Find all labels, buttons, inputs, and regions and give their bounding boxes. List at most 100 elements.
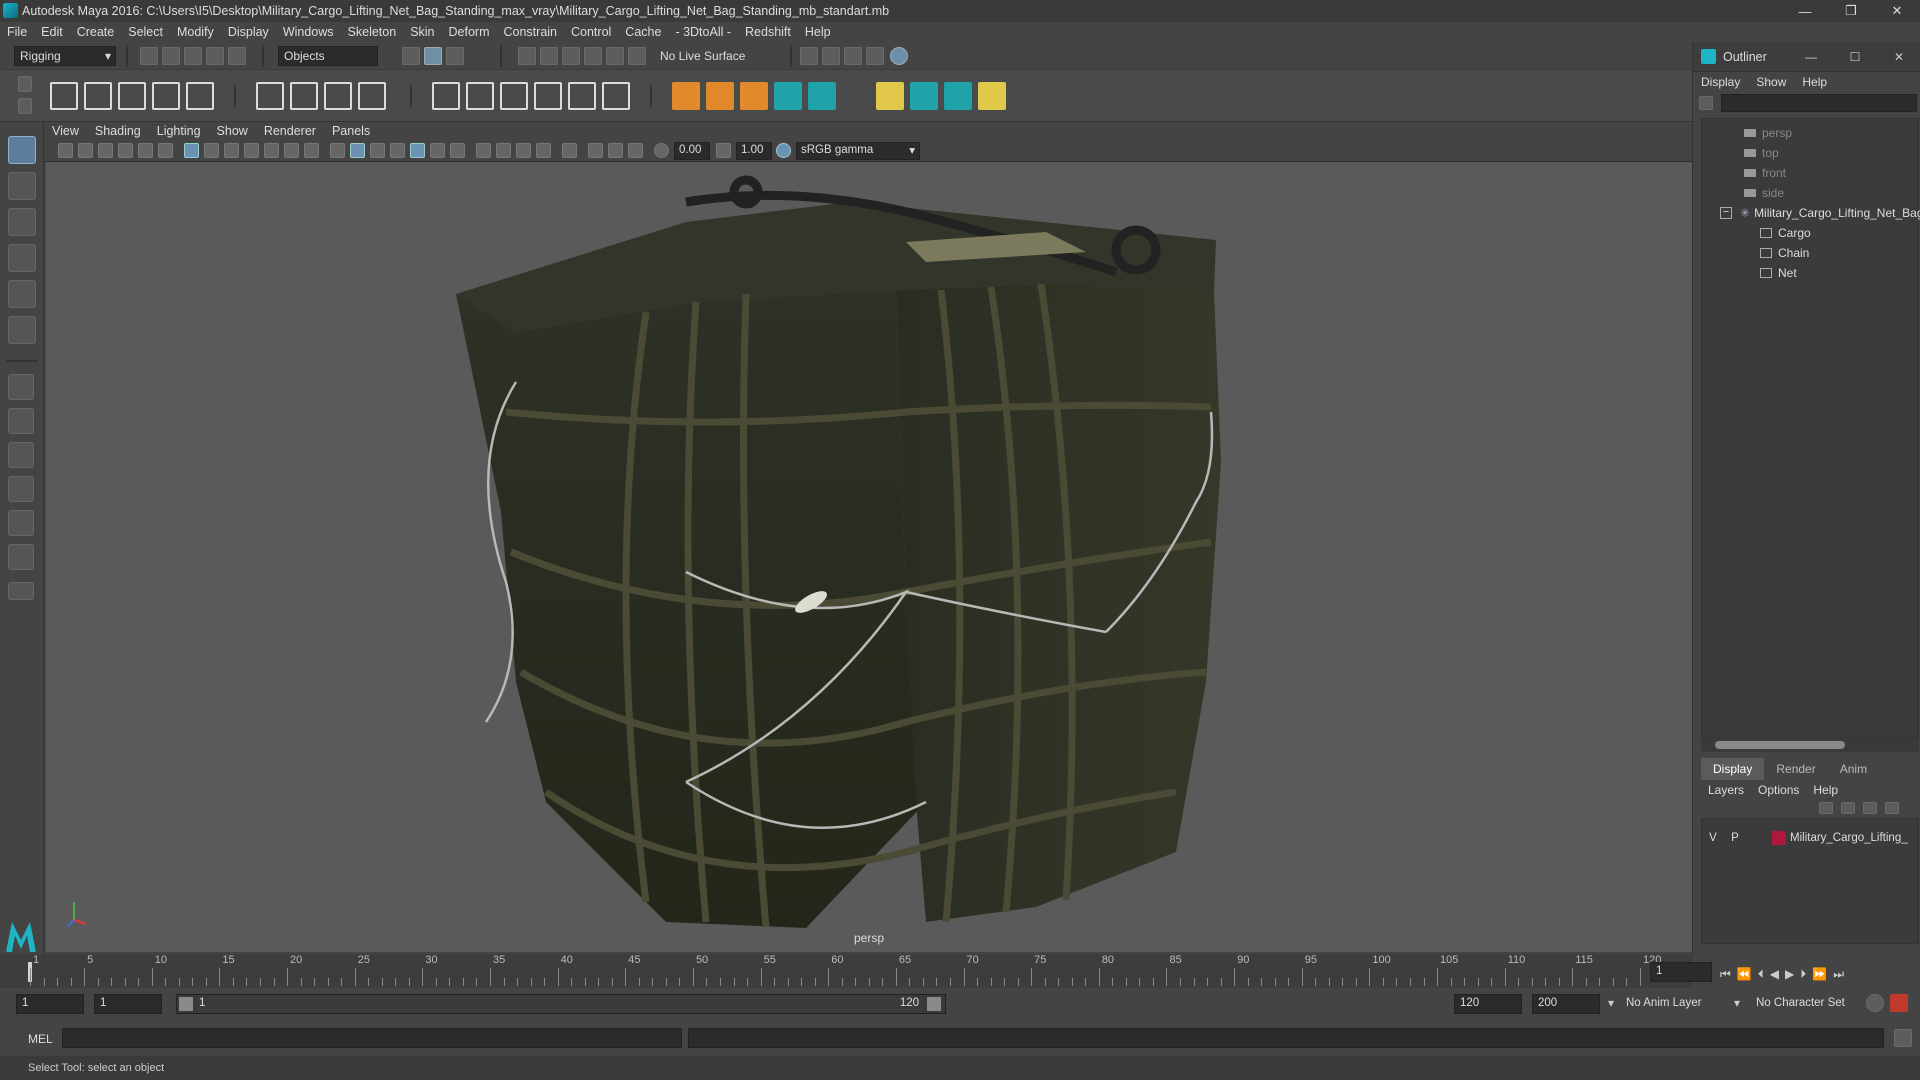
select-by-hierarchy-icon[interactable] — [402, 47, 420, 65]
tree-item-front[interactable]: front — [1744, 163, 1786, 183]
snap-to-view-plane-icon[interactable] — [584, 47, 602, 65]
undo-icon[interactable] — [206, 47, 224, 65]
open-scene-icon[interactable] — [162, 47, 180, 65]
outliner-horizontal-scrollbar[interactable] — [1701, 738, 1919, 752]
grease-pencil-icon[interactable] — [158, 143, 173, 158]
hypershade-layout-icon[interactable] — [8, 510, 34, 536]
start-time-field[interactable]: 1 — [16, 994, 84, 1014]
snap-to-point-icon[interactable] — [562, 47, 580, 65]
smooth-shade-icon[interactable] — [350, 143, 365, 158]
persp-outliner-layout-icon[interactable] — [8, 442, 34, 468]
vp-menu-renderer[interactable]: Renderer — [256, 124, 324, 138]
live-surface-label[interactable]: No Live Surface — [660, 49, 745, 63]
point-constraint-icon[interactable] — [432, 82, 460, 110]
vp-menu-show[interactable]: Show — [209, 124, 256, 138]
layout-options-icon[interactable] — [8, 582, 34, 600]
key-tangent-icon[interactable] — [706, 82, 734, 110]
layer-visibility-toggle[interactable]: V — [1702, 832, 1724, 844]
step-back-key-icon[interactable]: ⏴ — [1758, 967, 1764, 982]
shadows-icon[interactable] — [450, 143, 465, 158]
menu-redshift[interactable]: Redshift — [738, 25, 798, 39]
new-scene-icon[interactable] — [140, 47, 158, 65]
script-editor-icon[interactable] — [1894, 1029, 1912, 1047]
pole-vector-icon[interactable] — [568, 82, 596, 110]
menu-windows[interactable]: Windows — [276, 25, 341, 39]
menu-constrain[interactable]: Constrain — [497, 25, 565, 39]
character-icon[interactable] — [774, 82, 802, 110]
use-default-material-icon[interactable] — [370, 143, 385, 158]
single-perspective-layout-icon[interactable] — [8, 374, 34, 400]
tab-anim[interactable]: Anim — [1828, 758, 1879, 780]
step-back-icon[interactable]: ⏪ — [1737, 967, 1752, 981]
xray-icon[interactable] — [588, 143, 603, 158]
wireframe-icon[interactable] — [330, 143, 345, 158]
hik-icon[interactable] — [740, 82, 768, 110]
range-start-handle[interactable] — [179, 997, 193, 1011]
vp-menu-view[interactable]: View — [44, 124, 87, 138]
menu-set-dropdown[interactable]: Rigging ▾ — [14, 46, 116, 66]
four-view-layout-icon[interactable] — [8, 408, 34, 434]
current-frame-field[interactable]: 1 — [1650, 962, 1712, 982]
multisample-aa-icon[interactable] — [516, 143, 531, 158]
tree-item-chain[interactable]: Chain — [1760, 243, 1809, 263]
set-key-icon[interactable] — [876, 82, 904, 110]
go-to-end-icon[interactable]: ⏭ — [1833, 967, 1844, 982]
outliner-minimize-icon[interactable]: — — [1789, 42, 1833, 72]
use-all-lights-icon[interactable] — [430, 143, 445, 158]
menu-select[interactable]: Select — [121, 25, 170, 39]
tab-render[interactable]: Render — [1764, 758, 1827, 780]
paint-weights-icon[interactable] — [290, 82, 318, 110]
bookmark-icon[interactable] — [98, 143, 113, 158]
layer-playback-toggle[interactable]: P — [1724, 832, 1746, 844]
shelf-menu-icon[interactable] — [18, 76, 32, 92]
outliner-maximize-icon[interactable]: ☐ — [1833, 42, 1877, 72]
anim-layer-dropdown[interactable]: No Anim Layer — [1620, 994, 1740, 1014]
menu-file[interactable]: File — [0, 25, 34, 39]
exposure-field[interactable]: 0.00 — [674, 142, 710, 160]
layer-row[interactable]: V P Military_Cargo_Lifting_ — [1702, 829, 1908, 847]
resolution-gate-icon[interactable] — [224, 143, 239, 158]
play-forwards-icon[interactable]: ▶ — [1785, 967, 1794, 981]
shelf-tabs-icon[interactable] — [18, 98, 32, 114]
close-icon[interactable]: ✕ — [1874, 0, 1920, 22]
outliner-close-icon[interactable]: ✕ — [1877, 42, 1920, 72]
character-set-dropdown[interactable]: No Character Set — [1750, 994, 1862, 1014]
layer-menu-help[interactable]: Help — [1806, 783, 1845, 797]
snap-to-grid-icon[interactable] — [518, 47, 536, 65]
animation-preferences-icon[interactable] — [1890, 994, 1908, 1012]
xray-active-components-icon[interactable] — [608, 143, 623, 158]
check-tool-icon[interactable] — [978, 82, 1006, 110]
persp-uv-layout-icon[interactable] — [8, 544, 34, 570]
scale-tool-icon[interactable] — [8, 316, 36, 344]
outliner-menu-display[interactable]: Display — [1693, 75, 1748, 89]
select-mode-dropdown[interactable]: Objects — [278, 46, 378, 66]
go-to-start-icon[interactable]: ⏮ — [1720, 967, 1731, 982]
tree-item-persp[interactable]: persp — [1744, 123, 1792, 143]
bind-skin-icon[interactable] — [256, 82, 284, 110]
select-tool-icon[interactable] — [8, 136, 36, 164]
menu-create[interactable]: Create — [70, 25, 122, 39]
tree-item-net[interactable]: Net — [1760, 263, 1797, 283]
render-settings-icon[interactable] — [866, 47, 884, 65]
view-transform-dropdown[interactable]: sRGB gamma ▾ — [796, 142, 920, 160]
vp-menu-lighting[interactable]: Lighting — [149, 124, 209, 138]
menu-skeleton[interactable]: Skeleton — [341, 25, 404, 39]
save-scene-icon[interactable] — [184, 47, 202, 65]
grid-icon[interactable] — [184, 143, 199, 158]
script-language-toggle[interactable]: MEL — [28, 1032, 53, 1046]
scrollbar-thumb[interactable] — [1715, 741, 1845, 749]
outliner-menu-help[interactable]: Help — [1794, 75, 1835, 89]
menu-control[interactable]: Control — [564, 25, 618, 39]
minimize-icon[interactable]: — — [1782, 0, 1828, 22]
ik-handle-icon[interactable] — [84, 82, 112, 110]
menu-display[interactable]: Display — [221, 25, 276, 39]
textured-icon[interactable] — [410, 143, 425, 158]
locator-icon[interactable] — [672, 82, 700, 110]
outliner-search-input[interactable] — [1721, 94, 1917, 112]
human-ik-icon[interactable] — [808, 82, 836, 110]
time-slider[interactable]: 1 5 10 15 20 25 30 35 40 45 50 55 60 65 70 75 80 85 90 95 10… — [0, 954, 1712, 988]
outliner-menu-show[interactable]: Show — [1748, 75, 1794, 89]
snap-to-curve-icon[interactable] — [540, 47, 558, 65]
move-layer-up-icon[interactable] — [1819, 802, 1833, 814]
aim-constraint-icon[interactable] — [500, 82, 528, 110]
